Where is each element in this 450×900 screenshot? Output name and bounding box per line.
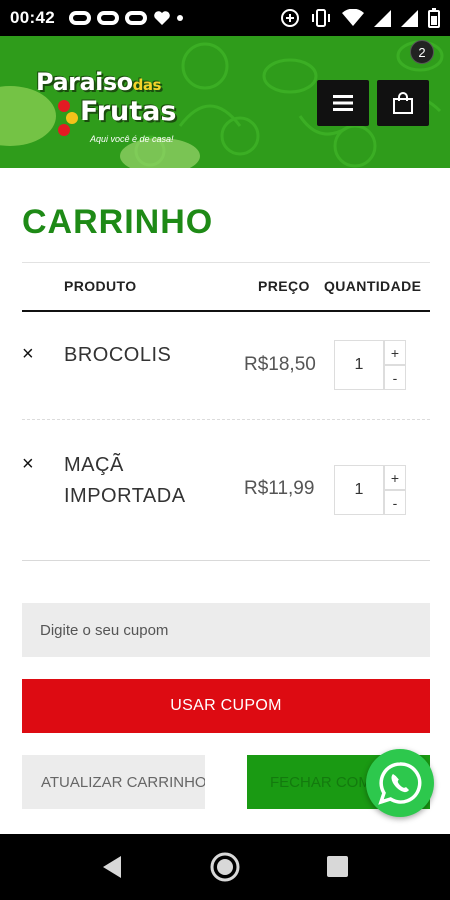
battery-icon: [428, 8, 440, 28]
quantity-decrease-button[interactable]: -: [384, 490, 406, 515]
wifi-icon: [342, 9, 364, 26]
store-logo[interactable]: Paraisodas Frutas Aqui você é de casa!: [28, 62, 178, 154]
notification-icons: [68, 10, 183, 26]
quantity-input[interactable]: 1: [334, 465, 384, 515]
product-name: MAÇÃ IMPORTADA: [64, 454, 186, 507]
system-navigation-bar: [0, 834, 450, 900]
cart-button[interactable]: [377, 80, 429, 126]
whatsapp-button[interactable]: [366, 749, 434, 817]
cart-row: × MAÇÃ IMPORTADA R$11,99 1 + -: [22, 420, 430, 560]
shopping-bag-icon: [393, 92, 413, 114]
quantity-increase-button[interactable]: +: [384, 465, 406, 490]
column-product: PRODUTO: [64, 278, 137, 294]
quantity-decrease-button[interactable]: -: [384, 365, 406, 390]
signal-icon: [374, 9, 391, 27]
page-title: CARRINHO: [22, 203, 214, 241]
recent-apps-icon[interactable]: [327, 856, 348, 877]
whatsapp-icon: [378, 762, 422, 805]
product-price: R$18,50: [244, 354, 316, 375]
cart-table-header: PRODUTO PREÇO QUANTIDADE: [22, 264, 430, 310]
heart-icon: [154, 11, 170, 25]
logo-text-line1: Paraisodas: [36, 68, 161, 96]
table-bottom-divider: [22, 560, 430, 561]
quantity-input[interactable]: 1: [334, 340, 384, 390]
sync-icon: [281, 9, 299, 27]
site-header: Paraisodas Frutas Aqui você é de casa!: [0, 36, 450, 168]
status-bar: 00:42: [0, 0, 450, 36]
apply-coupon-button[interactable]: USAR CUPOM: [22, 679, 430, 733]
product-name: BROCOLIS: [64, 344, 172, 366]
notification-icon: [68, 11, 91, 25]
cart-row: × BROCOLIS R$18,50 1 + -: [22, 312, 430, 420]
column-price: PREÇO: [258, 278, 310, 294]
cart-count-badge: 2: [410, 40, 434, 64]
status-right: [280, 8, 440, 28]
remove-item-button[interactable]: ×: [22, 344, 34, 364]
logo-tagline: Aqui você é de casa!: [90, 134, 174, 144]
remove-item-button[interactable]: ×: [22, 454, 34, 474]
status-time: 00:42: [10, 8, 55, 27]
update-cart-button[interactable]: ATUALIZAR CARRINHO: [22, 755, 205, 809]
vibrate-icon: [312, 9, 330, 27]
more-notifications-icon: [176, 15, 183, 21]
logo-text-line2: Frutas: [80, 96, 177, 127]
home-icon[interactable]: [209, 851, 241, 883]
quantity-increase-button[interactable]: +: [384, 340, 406, 365]
coupon-input[interactable]: [22, 603, 430, 657]
cherries-icon: [58, 100, 78, 136]
menu-button[interactable]: [317, 80, 369, 126]
hamburger-icon: [333, 95, 353, 111]
table-top-divider: [22, 262, 430, 263]
notification-icon: [96, 11, 119, 25]
column-quantity: QUANTIDADE: [324, 278, 422, 294]
product-price: R$11,99: [244, 478, 315, 499]
signal-icon: [401, 9, 418, 27]
back-icon[interactable]: [101, 854, 123, 880]
notification-icon: [124, 11, 147, 25]
